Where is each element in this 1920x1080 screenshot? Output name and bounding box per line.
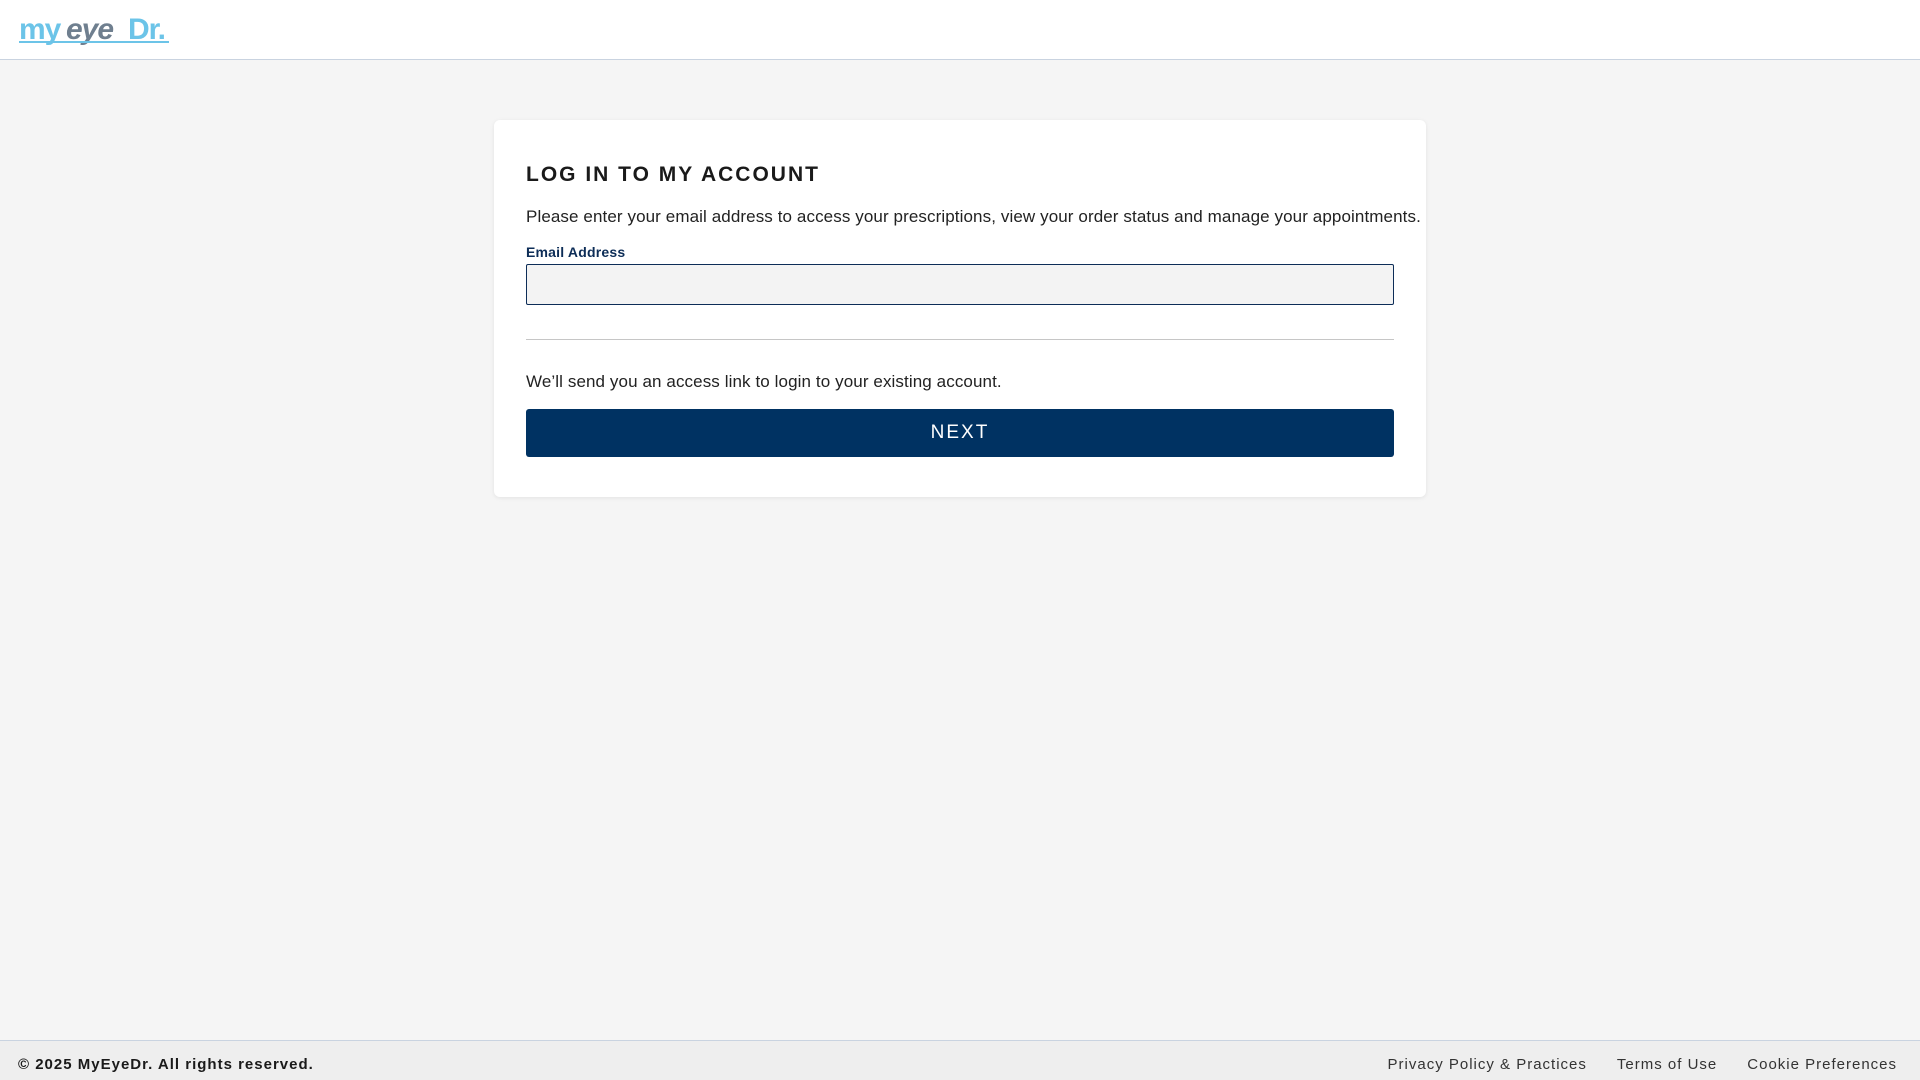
page-title: LOG IN TO MY ACCOUNT bbox=[526, 163, 820, 186]
svg-text:eye: eye bbox=[66, 13, 113, 45]
email-field[interactable] bbox=[526, 264, 1394, 305]
divider bbox=[526, 339, 1394, 340]
privacy-policy-link[interactable]: Privacy Policy & Practices bbox=[1388, 1056, 1587, 1073]
copyright-text: © 2025 MyEyeDr. All rights reserved. bbox=[18, 1056, 314, 1073]
login-card: LOG IN TO MY ACCOUNT Please enter your e… bbox=[494, 120, 1426, 497]
site-footer: © 2025 MyEyeDr. All rights reserved. Pri… bbox=[0, 1040, 1920, 1080]
svg-text:my: my bbox=[19, 13, 62, 45]
myeyedr-logo-icon: my eye Dr. bbox=[19, 13, 169, 45]
svg-text:Dr.: Dr. bbox=[128, 13, 165, 45]
login-description: Please enter your email address to acces… bbox=[526, 207, 1421, 226]
next-button[interactable]: NEXT bbox=[526, 409, 1394, 457]
email-label: Email Address bbox=[526, 244, 626, 260]
footer-links: Privacy Policy & Practices Terms of Use … bbox=[1388, 1056, 1897, 1073]
access-link-note: We’ll send you an access link to login t… bbox=[526, 372, 1002, 391]
myeyedr-logo[interactable]: my eye Dr. bbox=[19, 13, 171, 45]
cookie-preferences-link[interactable]: Cookie Preferences bbox=[1747, 1056, 1897, 1073]
terms-of-use-link[interactable]: Terms of Use bbox=[1617, 1056, 1717, 1073]
site-header: my eye Dr. bbox=[0, 0, 1920, 60]
